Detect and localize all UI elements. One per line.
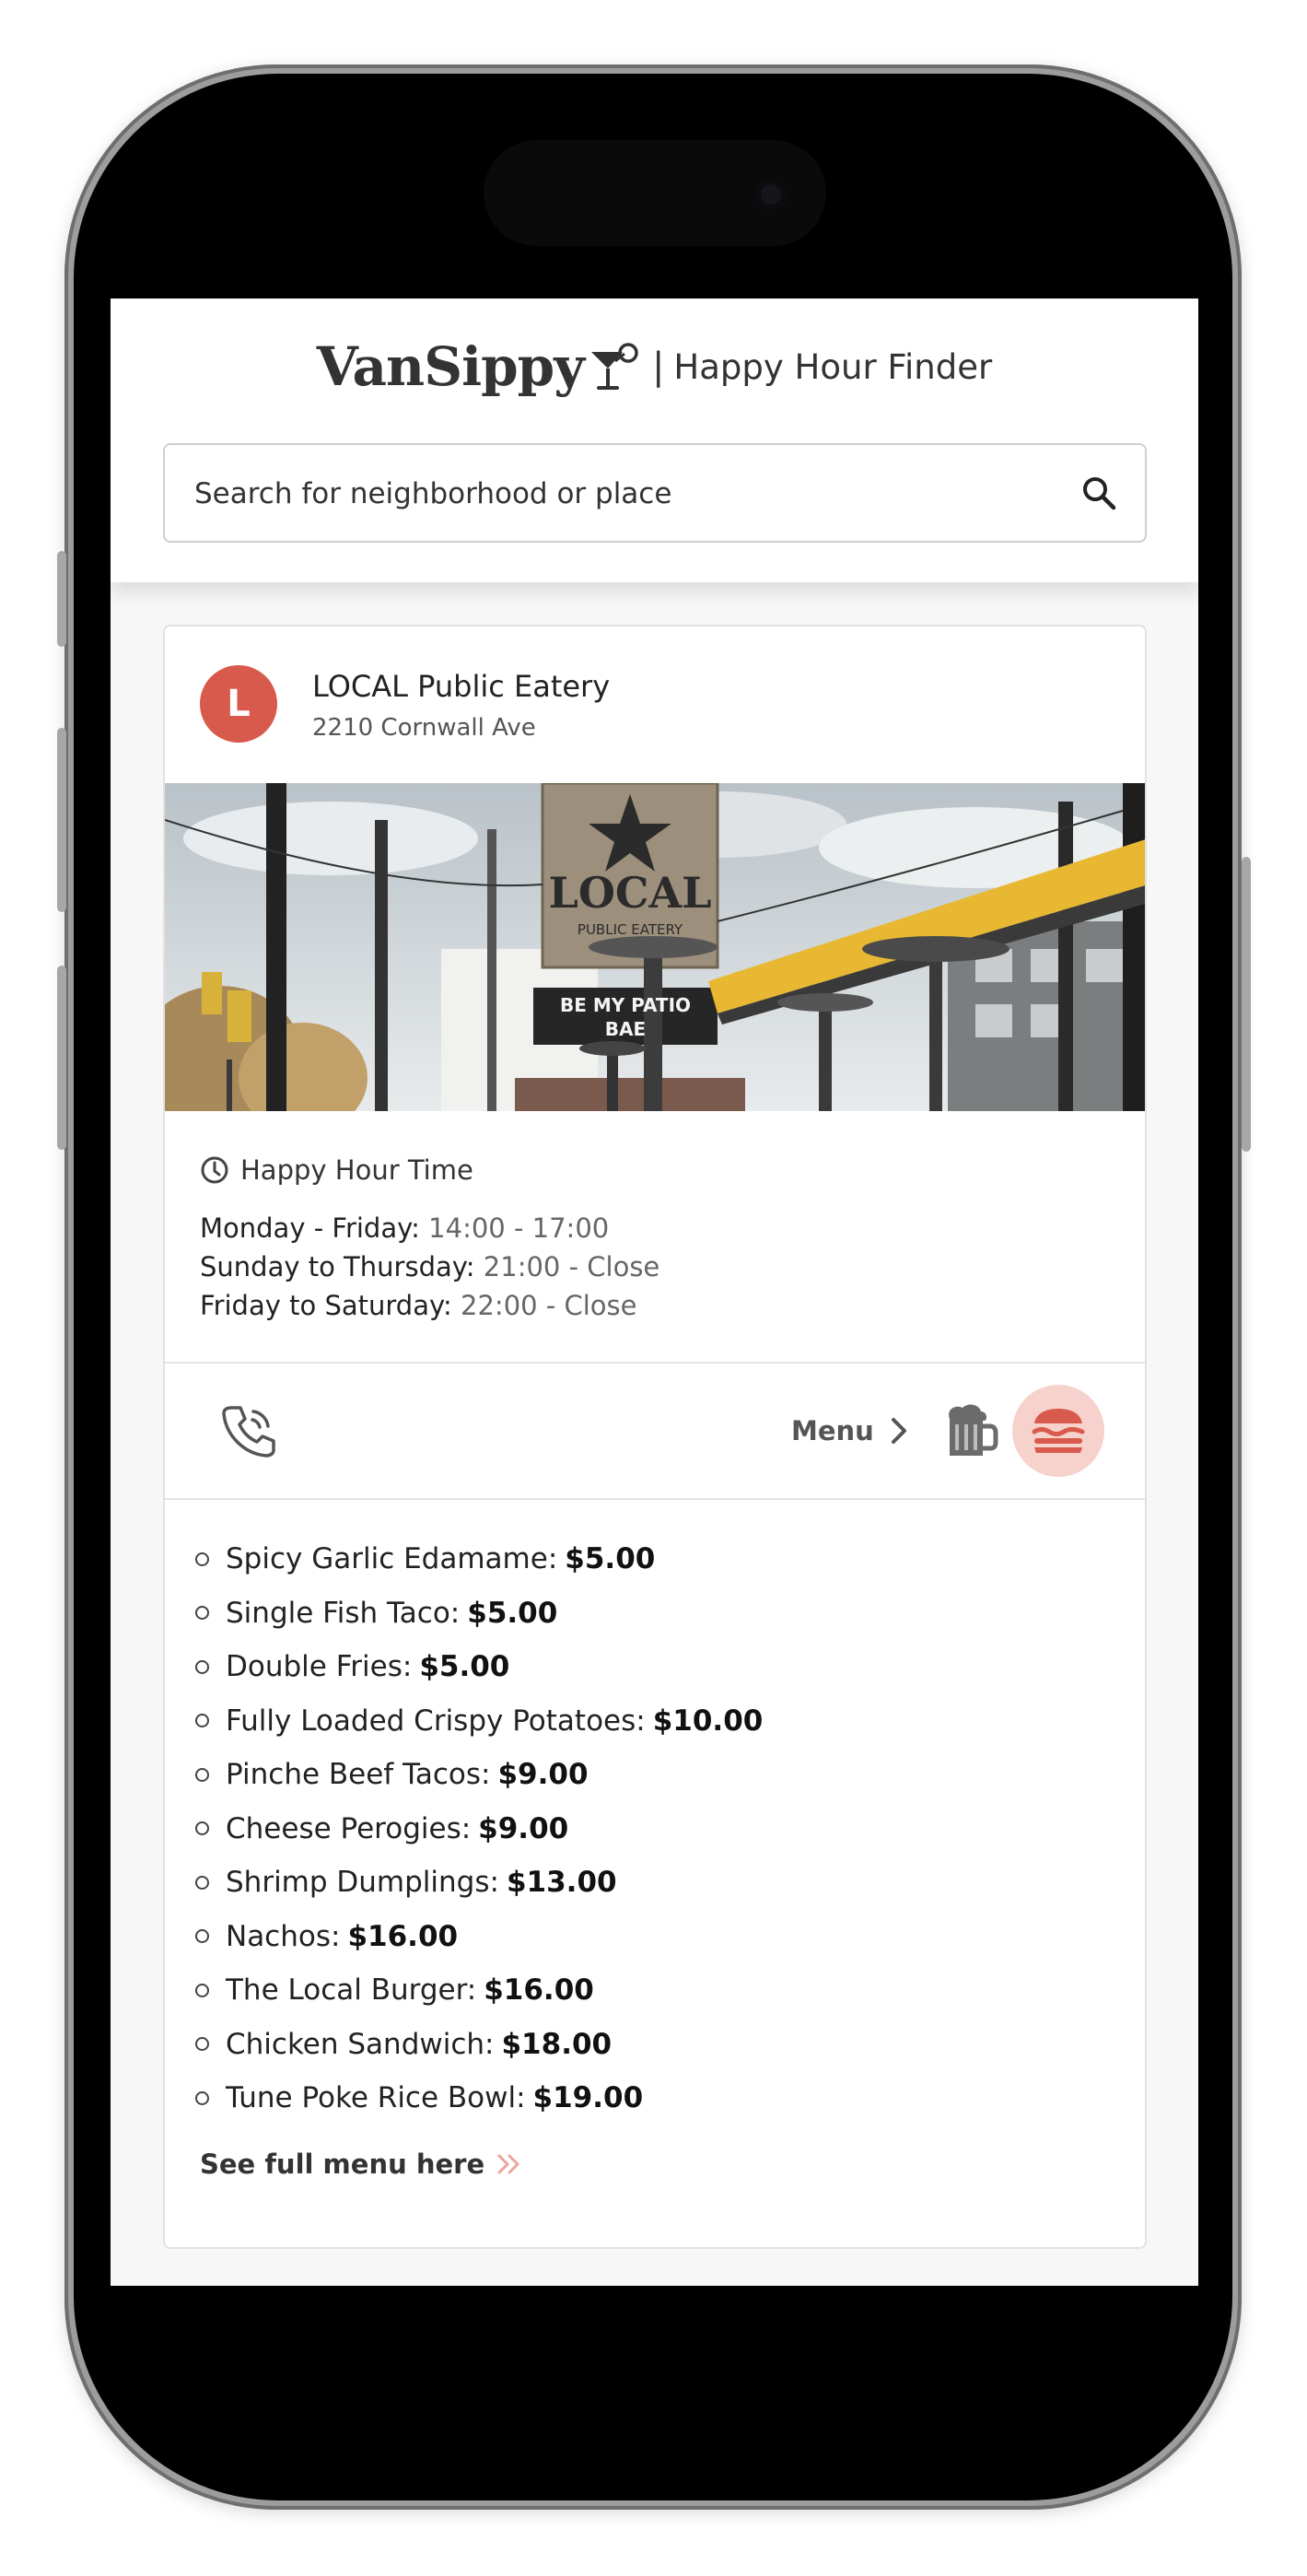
- food-menu-list: Spicy Garlic Edamame: $5.00 Single Fish T…: [193, 1532, 1114, 2125]
- double-chevron-right-icon: [497, 2154, 519, 2174]
- photo-sign-subtext: PUBLIC EATERY: [578, 921, 683, 938]
- volume-up-button: [57, 728, 66, 912]
- item-name: Double Fries:: [226, 1650, 413, 1684]
- bullet: [195, 1875, 209, 1890]
- item-name: Spicy Garlic Edamame:: [226, 1542, 558, 1576]
- item-price: $10.00: [652, 1704, 764, 1738]
- item-price: $5.00: [565, 1542, 656, 1576]
- schedule-row: Sunday to Thursday: 21:00 - Close: [200, 1247, 1121, 1286]
- happy-hour-title: Happy Hour Time: [240, 1154, 473, 1186]
- item-price: $16.00: [484, 1973, 594, 2008]
- search-bar: [163, 443, 1147, 543]
- list-item: The Local Burger: $16.00: [193, 1963, 1114, 2018]
- list-item: Fully Loaded Crispy Potatoes: $10.00: [193, 1694, 1114, 1749]
- clock-icon: [201, 1156, 228, 1184]
- bullet: [195, 2090, 209, 2105]
- bullet: [195, 1767, 209, 1782]
- mute-switch: [57, 551, 66, 647]
- item-price: $13.00: [506, 1866, 617, 1900]
- cocktail-glass-icon: [590, 343, 638, 390]
- bullet: [195, 1606, 209, 1621]
- schedule-time: 21:00 - Close: [483, 1251, 660, 1282]
- item-name: Chicken Sandwich:: [226, 2027, 495, 2061]
- schedule-days: Sunday to Thursday:: [200, 1251, 475, 1282]
- schedule-days: Monday - Friday:: [200, 1212, 420, 1244]
- power-button: [1242, 857, 1251, 1152]
- action-bar: Menu: [165, 1364, 1145, 1498]
- list-item: Single Fish Taco: $5.00: [193, 1587, 1114, 1641]
- item-price: $18.00: [501, 2027, 613, 2061]
- schedule-row: Friday to Saturday: 22:00 - Close: [200, 1286, 1121, 1325]
- schedule-days: Friday to Saturday:: [200, 1290, 452, 1321]
- list-item: Spicy Garlic Edamame: $5.00: [193, 1532, 1114, 1587]
- list-item: Tune Poke Rice Bowl: $19.00: [193, 2071, 1114, 2125]
- item-name: Fully Loaded Crispy Potatoes:: [226, 1704, 646, 1738]
- bullet: [195, 1929, 209, 1944]
- item-name: Nachos:: [226, 1919, 341, 1953]
- photo-sign-text: LOCAL: [548, 868, 711, 918]
- search-icon[interactable]: [1080, 474, 1117, 511]
- bullet: [195, 1659, 209, 1674]
- item-price: $16.00: [347, 1919, 459, 1953]
- item-price: $5.00: [419, 1650, 510, 1684]
- item-name: Tune Poke Rice Bowl:: [226, 2081, 526, 2115]
- divider: [165, 1498, 1145, 1500]
- photo-banner-line2: BAE: [605, 1018, 646, 1040]
- item-name: The Local Burger:: [226, 1973, 477, 2008]
- search-input[interactable]: [193, 445, 1025, 543]
- schedule-time: 22:00 - Close: [461, 1290, 637, 1321]
- logo-wordmark: VanSippy: [316, 335, 585, 398]
- bullet: [195, 1714, 209, 1728]
- bullet: [195, 2037, 209, 2052]
- app-tagline: Happy Hour Finder: [673, 346, 993, 387]
- food-tab-button[interactable]: [1012, 1385, 1104, 1477]
- list-item: Cheese Perogies: $9.00: [193, 1802, 1114, 1856]
- venue-photo: LOCAL PUBLIC EATERY BE MY PATIO BAE: [165, 783, 1145, 1111]
- beer-mug-icon[interactable]: [937, 1399, 1001, 1463]
- item-name: Single Fish Taco:: [226, 1596, 461, 1630]
- item-name: Cheese Perogies:: [226, 1811, 472, 1845]
- full-menu-label: See full menu here: [200, 2149, 485, 2180]
- app-screen: VanSippy | Happy Hour Finder L LOCAL Pub…: [111, 299, 1198, 2286]
- venue-address: 2210 Cornwall Ave: [312, 714, 536, 742]
- item-price: $9.00: [497, 1758, 589, 1792]
- venue-card: L LOCAL Public Eatery 2210 Cornwall Ave: [163, 625, 1147, 2249]
- item-price: $19.00: [532, 2081, 644, 2115]
- list-item: Nachos: $16.00: [193, 1910, 1114, 1964]
- happy-hour-section: Happy Hour Time Monday - Friday: 14:00 -…: [200, 1152, 1121, 1325]
- menu-label: Menu: [791, 1415, 874, 1446]
- item-name: Pinche Beef Tacos:: [226, 1758, 491, 1792]
- bullet: [195, 1983, 209, 1997]
- list-item: Shrimp Dumplings: $13.00: [193, 1856, 1114, 1910]
- full-menu-link[interactable]: See full menu here: [200, 2149, 523, 2180]
- volume-down-button: [57, 966, 66, 1150]
- item-price: $9.00: [478, 1811, 569, 1845]
- phone-icon[interactable]: [218, 1400, 279, 1461]
- happy-hour-schedule: Monday - Friday: 14:00 - 17:00 Sunday to…: [200, 1209, 1121, 1325]
- photo-banner-line1: BE MY PATIO: [560, 994, 691, 1016]
- app-header: VanSippy | Happy Hour Finder: [111, 299, 1198, 582]
- happy-hour-header: Happy Hour Time: [200, 1152, 1121, 1188]
- venue-avatar: L: [200, 665, 277, 743]
- list-item: Pinche Beef Tacos: $9.00: [193, 1748, 1114, 1802]
- chevron-right-icon: [891, 1418, 906, 1444]
- list-item: Double Fries: $5.00: [193, 1640, 1114, 1694]
- venue-name[interactable]: LOCAL Public Eatery: [312, 669, 610, 704]
- logo[interactable]: VanSippy | Happy Hour Finder: [111, 330, 1198, 404]
- camera-icon: [755, 179, 787, 210]
- logo-separator: |: [651, 345, 665, 388]
- list-item: Chicken Sandwich: $18.00: [193, 2018, 1114, 2072]
- burger-icon: [1032, 1409, 1085, 1453]
- bullet: [195, 1821, 209, 1836]
- schedule-row: Monday - Friday: 14:00 - 17:00: [200, 1209, 1121, 1247]
- menu-button[interactable]: Menu: [791, 1410, 909, 1452]
- item-name: Shrimp Dumplings:: [226, 1866, 499, 1900]
- schedule-time: 14:00 - 17:00: [428, 1212, 610, 1244]
- bullet: [195, 1551, 209, 1566]
- item-price: $5.00: [467, 1596, 558, 1630]
